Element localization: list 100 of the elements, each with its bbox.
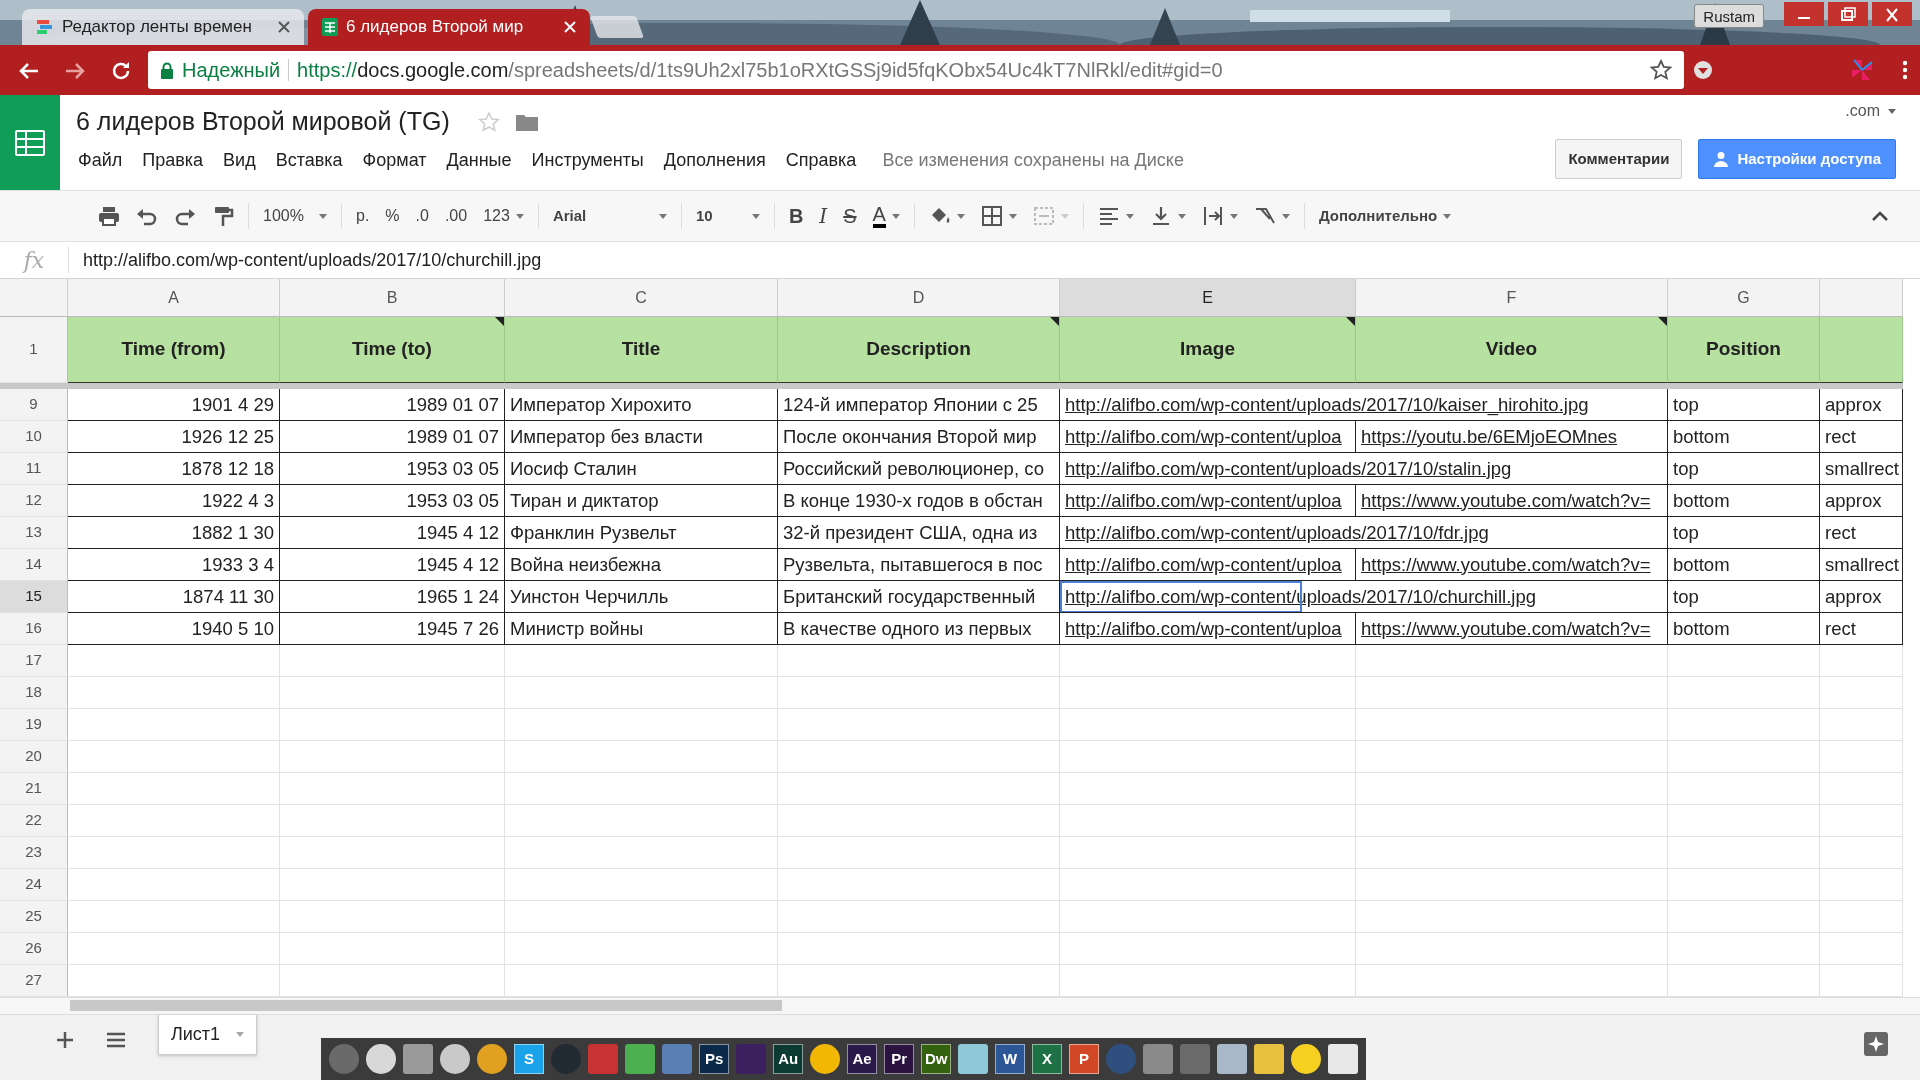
grid-cell[interactable] xyxy=(505,837,778,869)
account-email[interactable]: .com xyxy=(1845,99,1880,123)
app-button[interactable]: W xyxy=(995,1044,1026,1074)
grid-cell[interactable] xyxy=(280,869,505,901)
grid-cell[interactable] xyxy=(1356,933,1668,965)
link-cell[interactable]: http://alifbo.com/wp-content/uploa xyxy=(1060,613,1356,645)
column-header[interactable]: D xyxy=(778,279,1060,317)
menu-item[interactable]: Справка xyxy=(775,144,867,176)
grid-cell[interactable] xyxy=(280,741,505,773)
row-header[interactable]: 17 xyxy=(0,645,68,677)
app-icon[interactable] xyxy=(403,1044,434,1074)
menu-item[interactable]: Правка xyxy=(132,144,214,176)
grid-cell[interactable] xyxy=(280,805,505,837)
row-header[interactable]: 18 xyxy=(0,677,68,709)
column-header[interactable]: B xyxy=(280,279,505,317)
column-header[interactable]: G xyxy=(1668,279,1820,317)
grid-cell[interactable] xyxy=(1820,933,1903,965)
select-all-corner[interactable] xyxy=(0,279,68,317)
grid-cell[interactable] xyxy=(1060,837,1356,869)
grid-cell[interactable] xyxy=(280,901,505,933)
row-header[interactable]: 9 xyxy=(0,389,68,421)
grid-cell[interactable] xyxy=(68,645,280,677)
strikethrough-button[interactable]: S xyxy=(835,198,865,234)
app-icon[interactable] xyxy=(440,1044,471,1074)
row-header[interactable]: 20 xyxy=(0,741,68,773)
more-dropdown[interactable]: Дополнительно xyxy=(1310,198,1460,234)
link-cell[interactable]: https://www.youtube.com/watch?v= xyxy=(1356,549,1668,581)
grid-cell[interactable] xyxy=(68,837,280,869)
menu-item[interactable]: Данные xyxy=(436,144,522,176)
grid-cell[interactable] xyxy=(1060,645,1356,677)
grid-cell[interactable] xyxy=(1060,805,1356,837)
app-button[interactable]: Pr xyxy=(884,1044,915,1074)
save-status[interactable]: Все изменения сохранены на Диске xyxy=(882,146,1184,174)
column-header[interactable]: C xyxy=(505,279,778,317)
explore-icon[interactable] xyxy=(1864,1031,1888,1056)
row-header[interactable]: 12 xyxy=(0,485,68,517)
browser-tab[interactable]: 6 лидеров Второй мир xyxy=(308,9,590,45)
font-size-dropdown[interactable]: 10 xyxy=(687,198,768,234)
align-left-icon[interactable] xyxy=(1097,205,1120,227)
link-cell[interactable]: http://alifbo.com/wp-content/uploa xyxy=(1060,485,1356,517)
app-button[interactable]: Ps xyxy=(699,1044,730,1074)
grid-cell[interactable] xyxy=(68,869,280,901)
grid-cell[interactable] xyxy=(1356,805,1668,837)
grid-cell[interactable] xyxy=(1668,677,1820,709)
sheet-tab[interactable]: Лист1 xyxy=(158,1015,258,1055)
app-button[interactable]: Ae xyxy=(847,1044,878,1074)
app-icon[interactable] xyxy=(477,1044,508,1074)
row-header[interactable]: 21 xyxy=(0,773,68,805)
row-header[interactable]: 22 xyxy=(0,805,68,837)
folder-icon[interactable] xyxy=(515,112,538,131)
row-header[interactable]: 14 xyxy=(0,549,68,581)
grid-cell[interactable] xyxy=(280,709,505,741)
link-cell[interactable]: http://alifbo.com/wp-content/uploads/2017/10/stalin.jpg xyxy=(1060,453,1668,485)
grid-cell[interactable] xyxy=(1060,741,1356,773)
grid-cell[interactable] xyxy=(68,933,280,965)
app-icon[interactable] xyxy=(625,1044,656,1074)
column-header[interactable]: F xyxy=(1356,279,1668,317)
font-dropdown[interactable]: Arial xyxy=(544,198,675,234)
grid-cell[interactable] xyxy=(280,677,505,709)
grid-cell[interactable] xyxy=(1820,645,1903,677)
grid-cell[interactable] xyxy=(68,677,280,709)
link-cell[interactable]: http://alifbo.com/wp-content/uploads/2017/10/fdr.jpg xyxy=(1060,517,1668,549)
grid-cell[interactable] xyxy=(1060,709,1356,741)
row-header[interactable]: 19 xyxy=(0,709,68,741)
grid-cell[interactable] xyxy=(778,901,1060,933)
grid-cell[interactable] xyxy=(1668,869,1820,901)
grid-cell[interactable] xyxy=(1356,741,1668,773)
grid-cell[interactable] xyxy=(280,837,505,869)
grid-cell[interactable] xyxy=(1060,869,1356,901)
app-icon[interactable] xyxy=(1328,1044,1359,1074)
grid-cell[interactable] xyxy=(505,869,778,901)
grid-cell[interactable] xyxy=(1060,933,1356,965)
app-button[interactable]: Dw xyxy=(921,1044,952,1074)
text-wrap-icon[interactable] xyxy=(1201,205,1224,227)
grid-cell[interactable] xyxy=(1356,773,1668,805)
menu-item[interactable]: Дополнения xyxy=(653,144,776,176)
app-button[interactable]: P xyxy=(1069,1044,1100,1074)
menu-item[interactable]: Вставка xyxy=(265,144,353,176)
grid-cell[interactable] xyxy=(1060,677,1356,709)
grid-cell[interactable] xyxy=(1820,805,1903,837)
decrease-decimals-button[interactable]: .0 xyxy=(407,198,437,234)
grid-cell[interactable] xyxy=(1356,901,1668,933)
grid-cell[interactable] xyxy=(778,837,1060,869)
row-header[interactable]: 11 xyxy=(0,453,68,485)
grid-cell[interactable] xyxy=(778,741,1060,773)
list-icon[interactable] xyxy=(106,1032,126,1049)
zoom-dropdown[interactable]: 100% xyxy=(255,198,335,234)
menu-item[interactable]: Вид xyxy=(213,144,266,176)
comments-button[interactable]: Комментарии xyxy=(1555,139,1683,179)
column-header[interactable] xyxy=(1820,279,1903,317)
pinwheel-icon[interactable] xyxy=(1850,58,1874,82)
grid-cell[interactable] xyxy=(68,805,280,837)
grid-cell[interactable] xyxy=(778,645,1060,677)
star-icon[interactable] xyxy=(1650,59,1672,81)
app-icon[interactable] xyxy=(958,1044,989,1074)
app-icon[interactable] xyxy=(1254,1044,1285,1074)
row-header[interactable]: 1 xyxy=(0,317,68,383)
grid-cell[interactable] xyxy=(280,773,505,805)
bold-button[interactable]: B xyxy=(780,198,812,234)
row-header[interactable]: 27 xyxy=(0,965,68,997)
